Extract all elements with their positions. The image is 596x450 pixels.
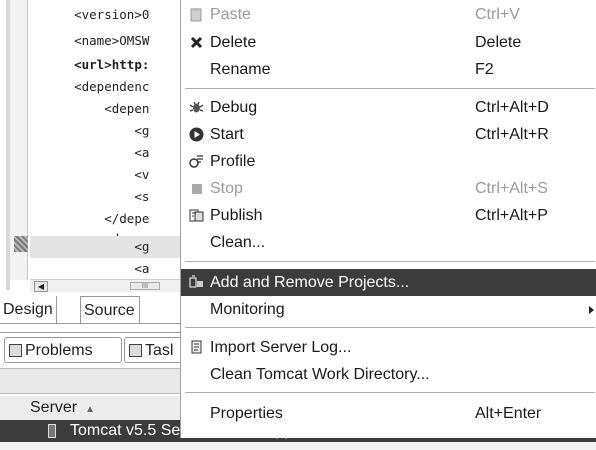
- start-play-icon: [189, 127, 204, 142]
- publish-icon: [189, 209, 204, 222]
- menu-item-properties[interactable]: Properties Alt+Enter: [181, 400, 596, 427]
- profile-icon: [189, 155, 203, 168]
- code-line-highlighted: <g: [30, 236, 180, 258]
- server-column-label: Server: [30, 399, 78, 416]
- server-icon: [48, 424, 56, 438]
- tab-source[interactable]: Source: [80, 296, 140, 323]
- servers-toolbar: [0, 368, 184, 394]
- status-strip: [0, 442, 596, 450]
- menu-item-publish[interactable]: Publish Ctrl+Alt+P: [181, 202, 596, 229]
- tab-problems-label: Problems: [25, 342, 93, 359]
- current-line-marker-icon: [14, 236, 28, 252]
- menu-item-start[interactable]: Start Ctrl+Alt+R: [181, 121, 596, 148]
- menu-separator: [185, 261, 595, 262]
- import-log-icon: [191, 340, 202, 354]
- delete-x-icon: [190, 36, 203, 49]
- server-context-menu: Paste Ctrl+V Delete Delete Rename F2 Deb…: [180, 0, 596, 438]
- menu-item-clean-tomcat-work-directory[interactable]: Clean Tomcat Work Directory...: [181, 361, 596, 388]
- sort-ascending-icon: ▲: [85, 404, 96, 415]
- scroll-left-arrow-icon[interactable]: ◀: [34, 281, 48, 292]
- menu-item-add-remove-projects[interactable]: Add and Remove Projects...: [181, 269, 596, 296]
- tab-problems[interactable]: Problems: [4, 337, 122, 363]
- problems-icon: [9, 344, 22, 357]
- menu-item-debug[interactable]: Debug Ctrl+Alt+D: [181, 94, 596, 121]
- views-tab-bar: Problems Tasl: [0, 332, 194, 366]
- menu-separator: [185, 327, 595, 328]
- paste-icon: [190, 8, 202, 22]
- menu-item-monitoring[interactable]: Monitoring: [181, 296, 596, 323]
- tasks-icon: [129, 344, 142, 357]
- menu-item-rename[interactable]: Rename F2: [181, 56, 596, 83]
- menu-item-paste[interactable]: Paste Ctrl+V: [181, 1, 596, 28]
- menu-item-delete[interactable]: Delete Delete: [181, 29, 596, 56]
- menu-item-import-server-log[interactable]: Import Server Log...: [181, 334, 596, 361]
- editor-tab-bar: Design Source: [0, 296, 184, 324]
- add-remove-projects-icon: [189, 275, 203, 288]
- xml-editor[interactable]: <version>0 <name>OMSW <url>http: <depend…: [0, 0, 184, 292]
- menu-item-stop[interactable]: Stop Ctrl+Alt+S: [181, 175, 596, 202]
- submenu-arrow-icon: [589, 306, 594, 314]
- debug-bug-icon: [189, 101, 204, 113]
- tab-tasks-label: Tasl: [145, 342, 174, 359]
- horizontal-scrollbar[interactable]: ◀ III: [30, 279, 184, 292]
- menu-item-clean[interactable]: Clean...: [181, 229, 596, 256]
- menu-separator: [185, 88, 595, 89]
- stop-icon: [192, 184, 202, 194]
- scrollbar-thumb[interactable]: III: [130, 282, 160, 290]
- menu-item-profile[interactable]: Profile: [181, 148, 596, 175]
- tab-design[interactable]: Design: [0, 296, 57, 323]
- server-column-header[interactable]: Server ▲: [0, 396, 184, 420]
- menu-separator: [185, 392, 595, 393]
